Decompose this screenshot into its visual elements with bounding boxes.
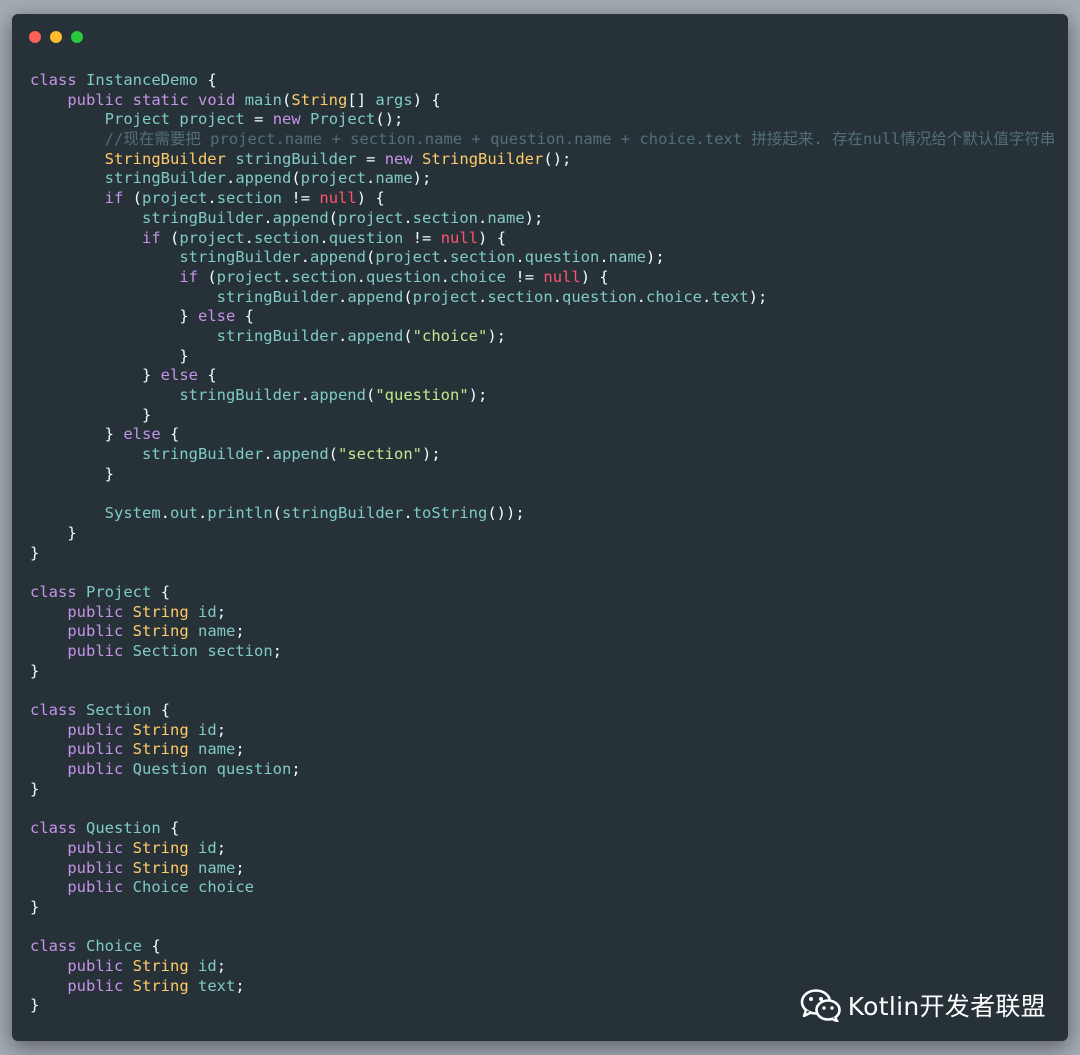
code-line: public String name; [67, 858, 245, 877]
code-line: if (project.section.question != null) { [141, 228, 507, 247]
code-line: if (project.section != null) { [104, 189, 385, 208]
code-line: } [141, 405, 152, 424]
code-line: public String id; [67, 838, 227, 857]
code-line: Project project = new Project(); [104, 110, 404, 129]
code-line: stringBuilder.append(project.section.que… [216, 287, 768, 306]
code-line: } else { [104, 425, 180, 444]
code-line: } else { [141, 366, 217, 385]
code-line: } else { [179, 307, 255, 326]
zoom-button[interactable] [71, 31, 83, 43]
code-line: } [67, 523, 77, 542]
code-line: stringBuilder.append(project.section.que… [179, 248, 665, 267]
code-line: public String id; [67, 720, 227, 739]
code-line: public String name; [67, 622, 245, 641]
code-line: System.out.println(stringBuilder.toStrin… [104, 504, 525, 523]
code-line: //现在需要把 project.name + section.name + qu… [104, 130, 1056, 149]
code-line: } [30, 897, 40, 916]
code-line: public String id; [67, 602, 227, 621]
code-line: class Section { [30, 701, 171, 719]
code-line: stringBuilder.append("section"); [141, 445, 441, 464]
window-controls [29, 31, 83, 43]
code-line: public Question question; [67, 760, 301, 779]
code-line: if (project.section.question.choice != n… [179, 267, 609, 286]
wechat-icon [800, 989, 841, 1022]
code-line: public Section section; [67, 641, 283, 660]
code-line: public static void main(String[] args) { [67, 90, 441, 109]
code-line: stringBuilder.append("choice"); [216, 326, 506, 345]
close-button[interactable] [29, 31, 41, 43]
code-line: public String id; [67, 956, 227, 975]
code-line: } [104, 464, 114, 483]
code-line: class Choice { [30, 937, 161, 956]
code-block: class InstanceDemo { public static void … [30, 71, 1055, 1016]
code-line: public Choice choice [67, 878, 255, 897]
code-line: stringBuilder.append(project.name); [104, 169, 432, 188]
minimize-button[interactable] [50, 31, 62, 43]
code-window: class InstanceDemo { public static void … [12, 14, 1068, 1041]
watermark: Kotlin开发者联盟 [800, 987, 1046, 1023]
code-line: class Question { [30, 819, 180, 838]
code-line: } [30, 661, 40, 680]
code-line: } [30, 543, 40, 562]
code-line: } [30, 779, 40, 798]
code-line: class Project { [30, 582, 171, 601]
code-line: stringBuilder.append("question"); [179, 386, 488, 404]
code-line: public String name; [67, 740, 245, 759]
code-line: } [179, 346, 189, 365]
code-line: stringBuilder.append(project.section.nam… [141, 208, 544, 227]
watermark-text: Kotlin开发者联盟 [847, 992, 1046, 1021]
code-line: class InstanceDemo { [30, 71, 217, 89]
code-line: StringBuilder stringBuilder = new String… [104, 149, 572, 168]
